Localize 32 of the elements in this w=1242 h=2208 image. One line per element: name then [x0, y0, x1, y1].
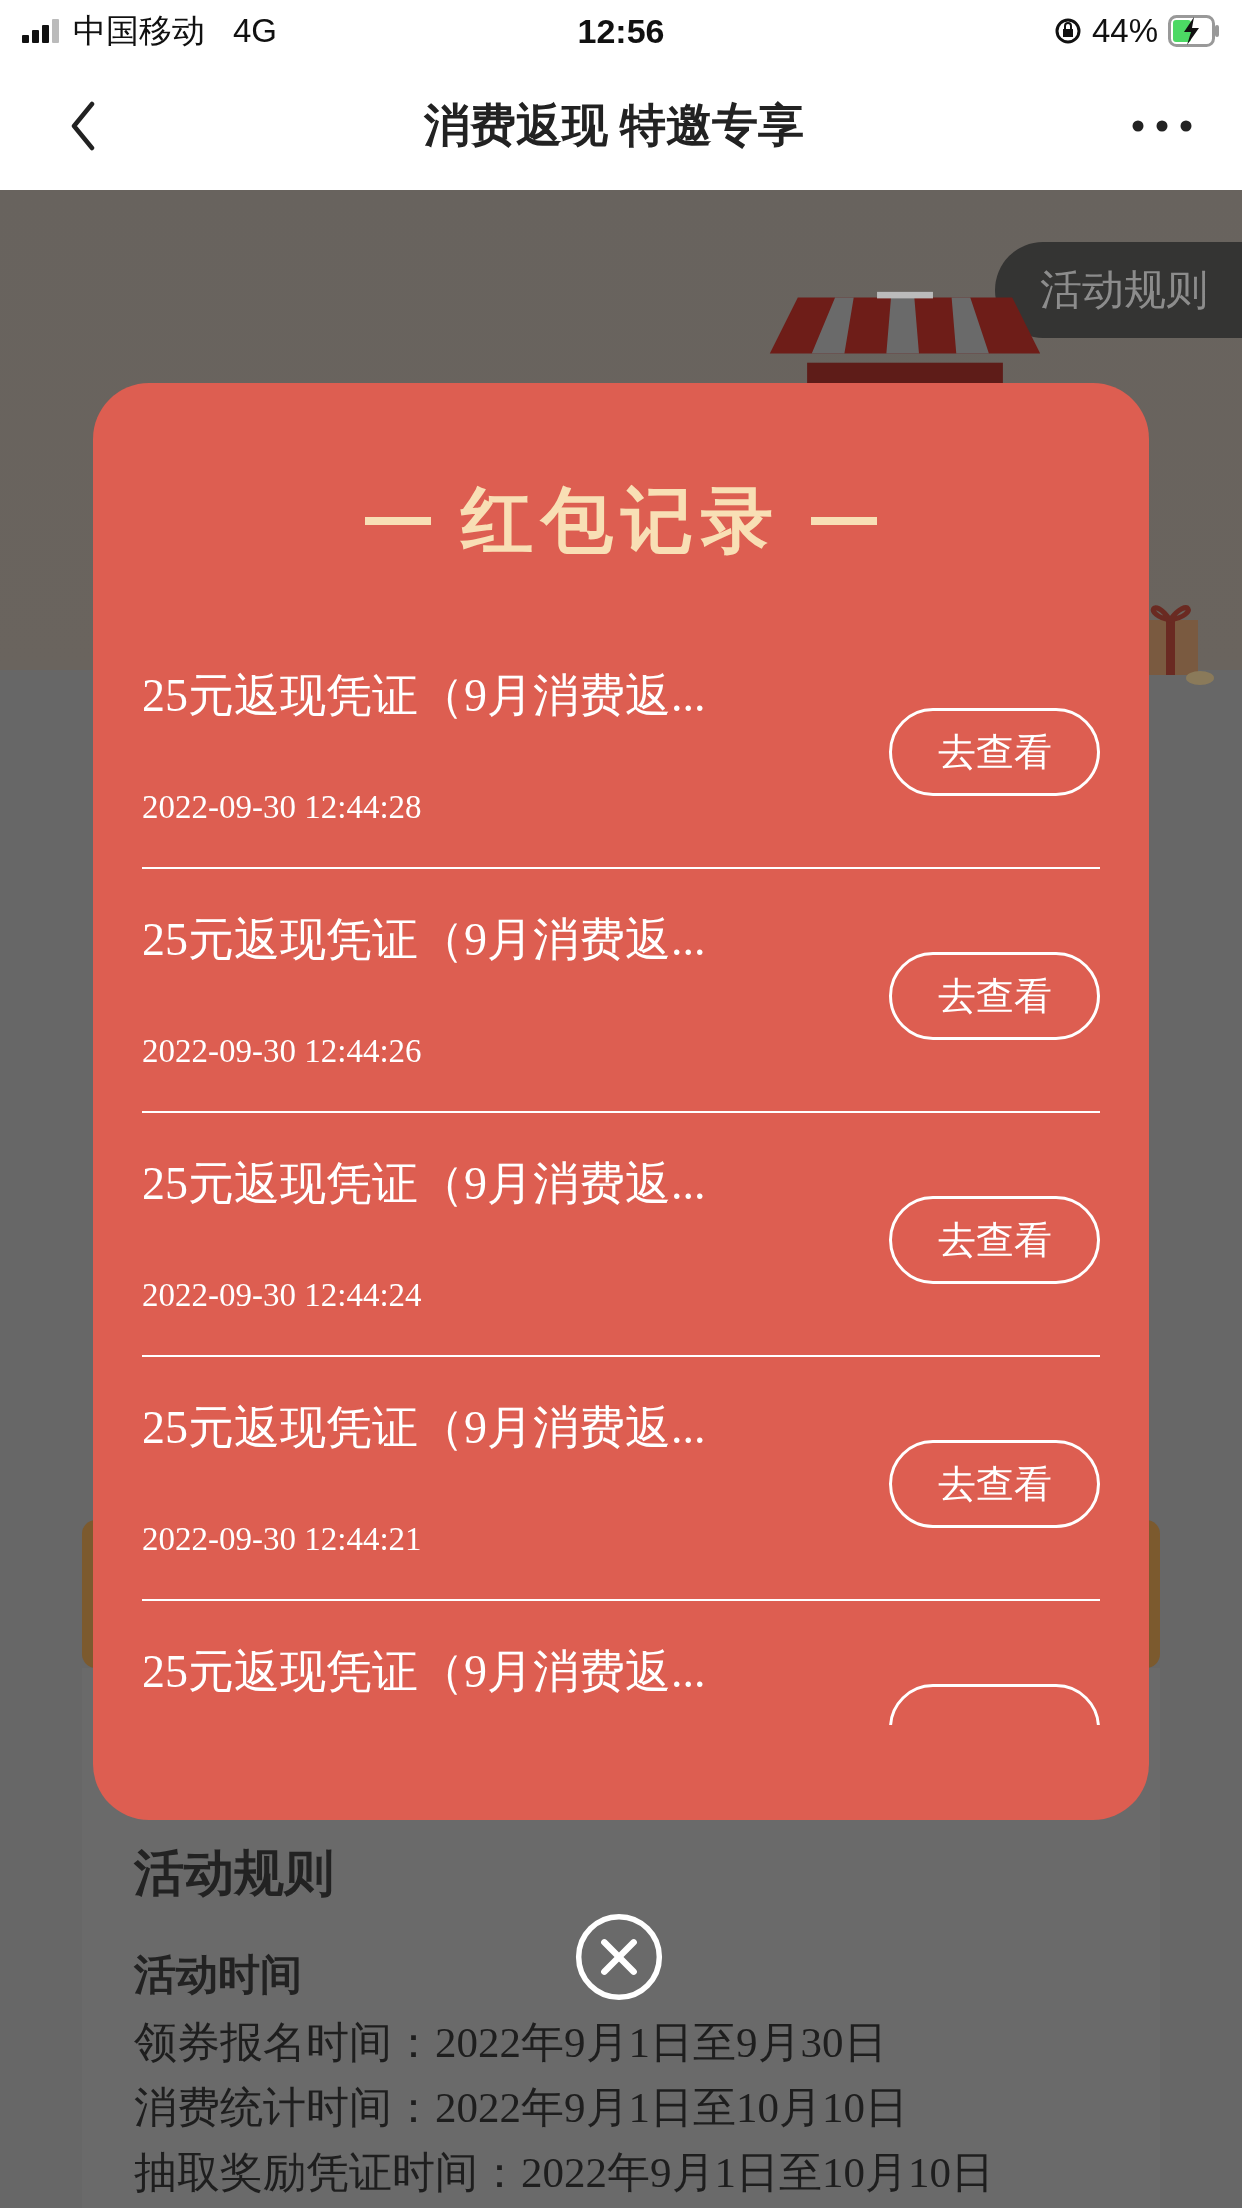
battery-percent: 44% — [1091, 12, 1158, 50]
orientation-lock-icon — [1053, 17, 1082, 45]
more-icon[interactable] — [1132, 120, 1192, 132]
clock-time: 12:56 — [577, 11, 665, 50]
view-button[interactable]: 去查看 — [889, 1196, 1100, 1284]
view-button[interactable]: 去查看 — [889, 952, 1100, 1040]
record-title: 25元返现凭证（9月消费返... — [142, 913, 707, 967]
record-time: 2022-09-30 12:44:26 — [142, 1032, 423, 1071]
rule-line: 消费统计时间：2022年9月1日至10月10日 — [134, 2083, 908, 2133]
page-title: 消费返现 特邀专享 — [422, 98, 806, 153]
record-time: 2022-09-30 12:44:21 — [142, 1520, 423, 1559]
dash-icon — [365, 517, 431, 525]
close-icon[interactable] — [575, 1913, 663, 2001]
activity-rules-tab[interactable]: 活动规则 — [995, 242, 1242, 338]
rule-line: 抽取奖励凭证时间：2022年9月1日至10月10日 — [134, 2148, 994, 2198]
record-time: 2022-09-30 12:44:28 — [142, 788, 423, 827]
rule-line: 领券报名时间：2022年9月1日至9月30日 — [134, 2018, 887, 2068]
back-icon[interactable] — [70, 101, 96, 151]
modal-title: 红包记录 — [461, 480, 781, 563]
record-time: 2022-09-30 12:44:24 — [142, 1276, 423, 1315]
record-title: 25元返现凭证（9月消费返... — [142, 1401, 707, 1455]
record-title: 25元返现凭证（9月消费返... — [142, 669, 707, 723]
rules-heading: 活动规则 — [134, 1844, 334, 1902]
network-type: 4G — [233, 12, 278, 50]
rules-subheading: 活动时间 — [134, 1950, 302, 2000]
record-title: 25元返现凭证（9月消费返... — [142, 1645, 707, 1699]
view-button[interactable]: 去查看 — [889, 1440, 1100, 1528]
carrier-name: 中国移动 — [73, 10, 205, 51]
view-button[interactable]: 去查看 — [889, 708, 1100, 796]
signal-icon — [22, 19, 59, 43]
record-title: 25元返现凭证（9月消费返... — [142, 1157, 707, 1211]
dash-icon — [811, 517, 877, 525]
